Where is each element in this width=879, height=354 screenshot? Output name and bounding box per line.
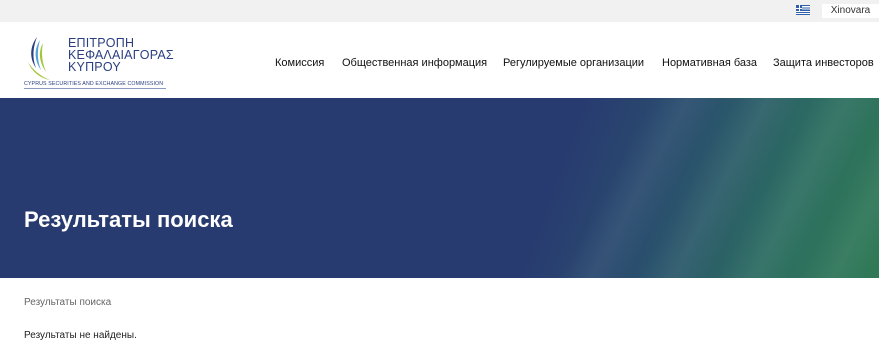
logo-underline (24, 88, 166, 89)
nav-item-legislation[interactable]: Нормативная база (662, 55, 757, 71)
site-header: ΕΠΙΤΡΟΠΗ ΚΕΦΑΛΑΙΑΓΟΡΑΣ ΚΥΠΡΟΥ CYPRUS SEC… (0, 22, 879, 98)
breadcrumb: Результаты поиска (24, 297, 112, 308)
site-logo[interactable]: ΕΠΙΤΡΟΠΗ ΚΕΦΑΛΑΙΑΓΟΡΑΣ ΚΥΠΡΟΥ CYPRUS SEC… (24, 34, 174, 94)
hero-banner: Результаты поиска (0, 98, 879, 278)
logo-text-line-3: ΚΥΠΡΟΥ (68, 60, 121, 74)
top-utility-bar: Xinovara (0, 0, 879, 22)
nav-item-regulated-entities[interactable]: Регулируемые организации (503, 55, 644, 71)
nav-item-commission[interactable]: Комиссия (275, 55, 324, 71)
nav-item-investor-protection[interactable]: Защита инвесторов (773, 55, 874, 71)
page-title: Результаты поиска (24, 207, 233, 232)
greek-flag-icon[interactable] (796, 5, 810, 15)
no-results-message: Результаты не найдены. (24, 330, 137, 341)
user-account-button[interactable]: Xinovara (822, 4, 879, 18)
logo-mark-icon (28, 37, 50, 80)
flag-canton (796, 5, 802, 11)
nav-item-public-information[interactable]: Общественная информация (342, 55, 487, 71)
logo-subtitle: CYPRUS SECURITIES AND EXCHANGE COMMISSIO… (24, 81, 164, 87)
